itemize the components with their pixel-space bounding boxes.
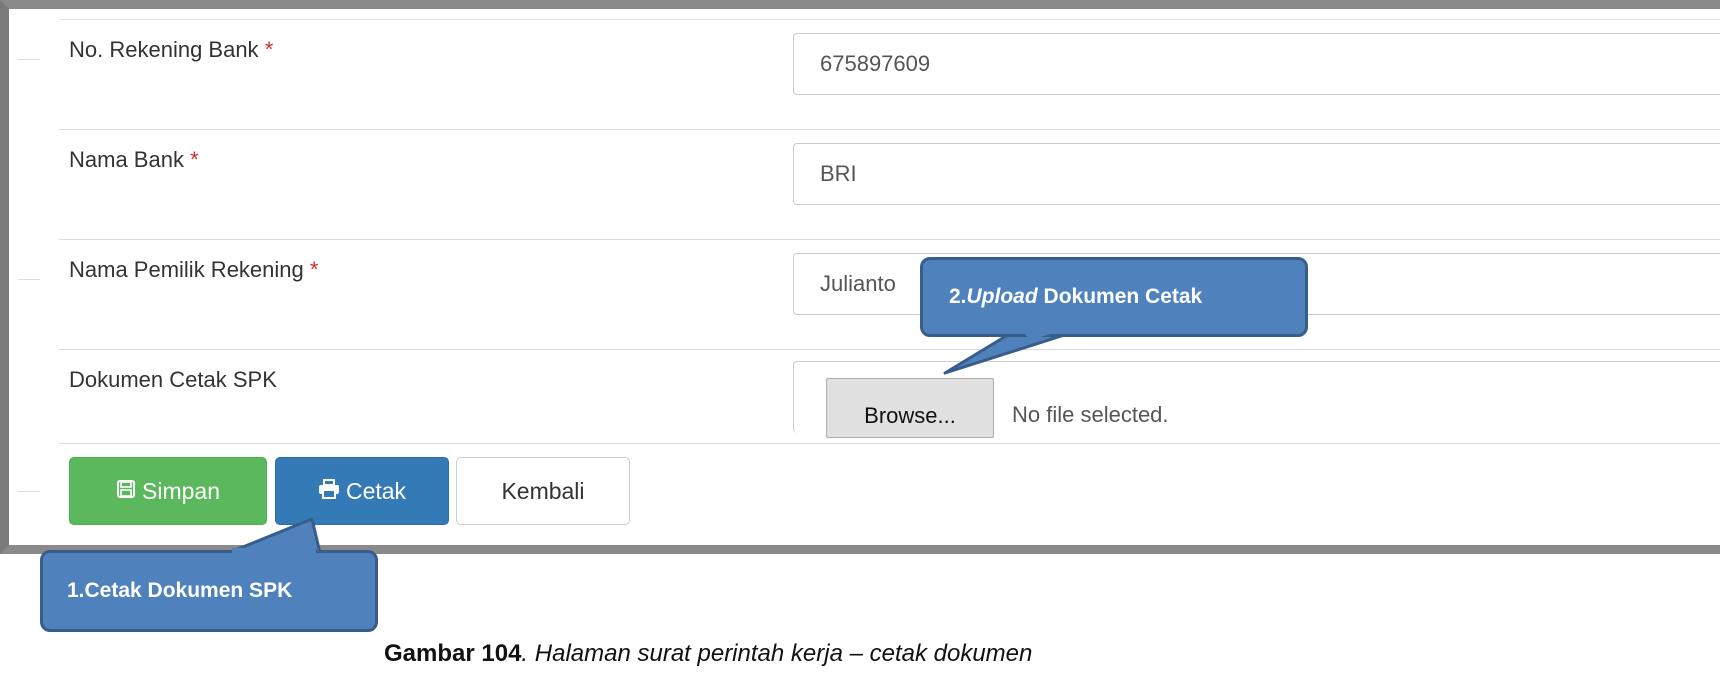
caption-text: . Halaman surat perintah kerja – cetak d… — [521, 640, 1033, 667]
figure-caption: Gambar 104. Halaman surat perintah kerja… — [384, 640, 1032, 668]
cetak-callout-tail-cover — [232, 548, 316, 560]
caption-number: Gambar 104 — [384, 640, 522, 667]
